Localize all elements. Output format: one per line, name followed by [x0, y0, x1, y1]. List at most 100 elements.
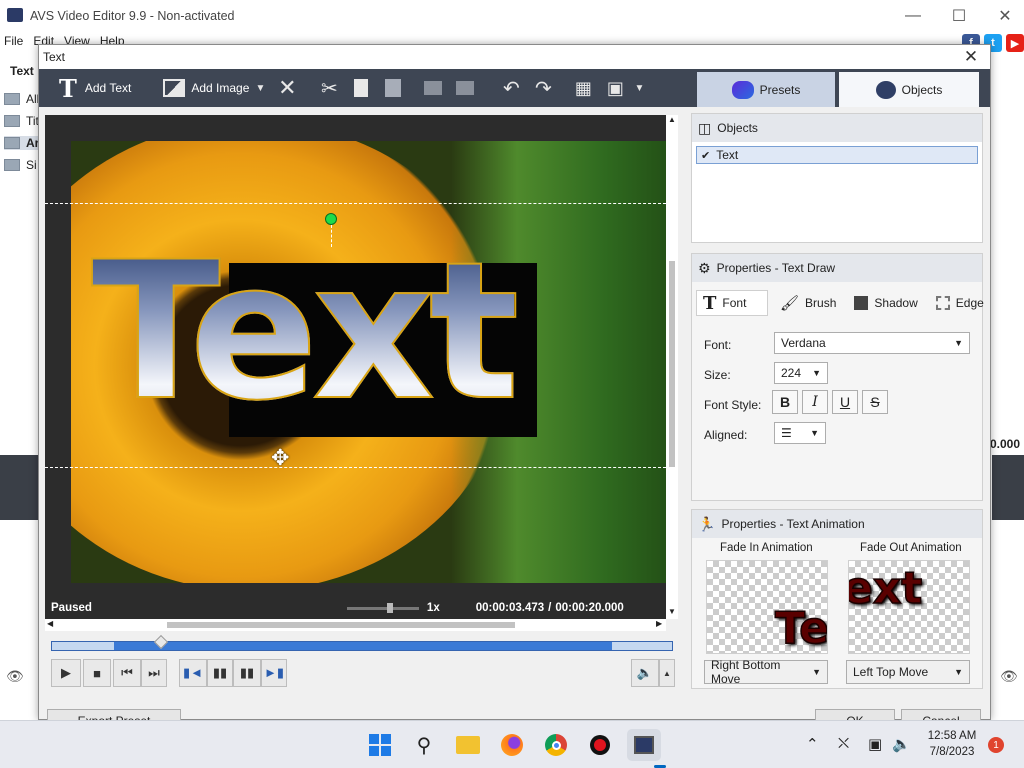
move-cursor-icon: ✥: [271, 445, 290, 470]
chevron-up-icon[interactable]: ⌃: [806, 735, 819, 753]
add-image-dropdown-icon[interactable]: ▼: [249, 69, 271, 107]
delete-icon[interactable]: ✕: [271, 69, 303, 107]
strikethrough-button[interactable]: S: [862, 390, 888, 414]
avs-video-editor-taskbar-icon[interactable]: [627, 729, 661, 761]
fade-out-preview: ext: [848, 560, 970, 654]
fade-in-select[interactable]: Right Bottom Move ▼: [704, 658, 828, 686]
rotation-handle-line: [331, 225, 332, 247]
fade-out-select[interactable]: Left Top Move ▼: [846, 660, 970, 684]
windows-taskbar: ⚲ ⌃ ⛌ ▣ 🔈 12:58 AM 7/8/2023 1: [0, 720, 1024, 768]
speed-slider-thumb[interactable]: [386, 602, 393, 613]
left-item-simple[interactable]: Si: [4, 158, 37, 172]
tab-font[interactable]: T Font: [696, 290, 768, 316]
volume-button[interactable]: 🔈: [631, 659, 659, 687]
left-item-all[interactable]: All: [4, 92, 39, 106]
tab-objects[interactable]: Objects: [839, 72, 979, 107]
font-select[interactable]: Verdana ▼: [774, 332, 970, 354]
object-checkbox-icon[interactable]: ✔: [701, 149, 710, 162]
bold-button[interactable]: B: [772, 390, 798, 414]
bring-forward-icon[interactable]: [417, 69, 449, 107]
preview-vertical-scrollbar[interactable]: ▲ ▼: [666, 115, 678, 619]
volume-dropdown[interactable]: ▲: [659, 659, 675, 687]
firefox-icon[interactable]: [495, 729, 529, 761]
fade-out-preview-text: ext: [848, 562, 923, 615]
monitor-dropdown-icon[interactable]: ▼: [631, 69, 647, 107]
play-button[interactable]: ▶: [51, 659, 81, 687]
folder-icon: [4, 159, 20, 171]
network-off-icon[interactable]: ⛌: [838, 735, 849, 752]
menu-file[interactable]: File: [4, 34, 23, 52]
size-select[interactable]: 224 ▼: [774, 362, 828, 384]
left-item-animated[interactable]: Ar: [4, 136, 40, 150]
brush-icon: 🖌: [780, 295, 800, 312]
preview-canvas[interactable]: Text: [71, 141, 666, 583]
stop-button[interactable]: ■: [83, 659, 111, 687]
scroll-left-icon[interactable]: ◀: [47, 619, 53, 628]
fade-in-preview: Te: [706, 560, 828, 654]
chrome-icon[interactable]: [539, 729, 573, 761]
clock-time[interactable]: 12:58 AM: [924, 730, 980, 742]
horizontal-scroll-thumb[interactable]: [167, 622, 515, 628]
send-backward-icon[interactable]: [449, 69, 481, 107]
scroll-down-icon[interactable]: ▼: [668, 607, 676, 616]
mark-segment-2-button[interactable]: ▮▮: [233, 659, 261, 687]
redo-icon[interactable]: ↷: [527, 69, 559, 107]
add-image-button[interactable]: Add Image: [163, 69, 249, 107]
timeline-playhead[interactable]: [153, 634, 169, 650]
main-title-bar: AVS Video Editor 9.9 - Non-activated — ☐…: [0, 0, 1024, 32]
timeline-bar[interactable]: [51, 634, 673, 651]
start-button[interactable]: [363, 729, 397, 761]
scroll-up-icon[interactable]: ▲: [668, 115, 676, 124]
cut-icon[interactable]: ✂: [313, 69, 345, 107]
youtube-icon[interactable]: ▶: [1006, 34, 1024, 52]
dialog-toolbar: T Add Text Add Image ▼ ✕ ✂ ↶ ↷ ▦ ▣ ▼: [39, 69, 695, 107]
paste-icon[interactable]: [377, 69, 409, 107]
italic-button[interactable]: I: [802, 390, 828, 414]
mark-out-button[interactable]: ►▮: [261, 659, 287, 687]
dialog-close-button[interactable]: ✕: [956, 45, 986, 69]
tab-brush[interactable]: 🖌 Brush: [774, 290, 842, 316]
tab-shadow[interactable]: Shadow: [848, 290, 923, 316]
speed-value: 1x: [426, 602, 440, 614]
left-item-titles[interactable]: Tit: [4, 114, 39, 128]
preview-horizontal-scrollbar[interactable]: ◀ ▶: [45, 619, 666, 631]
vertical-scroll-thumb[interactable]: [669, 261, 675, 467]
mark-in-button[interactable]: ▮◄: [179, 659, 207, 687]
grid-icon[interactable]: ▦: [567, 69, 599, 107]
eye-icon[interactable]: 👁: [6, 668, 24, 685]
file-explorer-icon[interactable]: [451, 729, 485, 761]
volume-icon[interactable]: 🔈: [892, 735, 911, 753]
underline-button[interactable]: U: [832, 390, 858, 414]
tab-presets[interactable]: Presets: [697, 72, 835, 107]
undo-icon[interactable]: ↶: [495, 69, 527, 107]
notification-badge[interactable]: 1: [988, 737, 1004, 753]
next-frame-button[interactable]: ⏭: [141, 659, 167, 687]
mark-segment-button[interactable]: ▮▮: [207, 659, 233, 687]
monitor-icon[interactable]: ▣: [599, 69, 631, 107]
align-select[interactable]: ☰ ▼: [774, 422, 826, 444]
clock-date[interactable]: 7/8/2023: [924, 746, 980, 758]
display-icon[interactable]: ▣: [868, 735, 882, 753]
rotation-handle[interactable]: [325, 213, 337, 225]
eye-icon-right[interactable]: 👁: [1000, 668, 1018, 685]
speed-slider[interactable]: [346, 602, 419, 613]
prev-frame-button[interactable]: ⏮: [113, 659, 141, 687]
copy-icon[interactable]: [345, 69, 377, 107]
play-icon: ▶: [61, 665, 71, 680]
maximize-button[interactable]: ☐: [936, 0, 982, 32]
close-app-button[interactable]: ✕: [982, 0, 1024, 32]
record-icon[interactable]: [583, 729, 617, 761]
left-dark-strip: [0, 455, 40, 520]
scroll-right-icon[interactable]: ▶: [656, 619, 662, 628]
objects-list-item[interactable]: ✔ Text: [696, 146, 978, 164]
fade-in-label: Fade In Animation: [720, 542, 813, 554]
fade-out-region: [612, 642, 672, 650]
search-icon[interactable]: ⚲: [407, 729, 441, 761]
font-style-buttons: B I U S: [772, 390, 888, 414]
preview-text-object[interactable]: Text: [90, 226, 521, 438]
add-text-button[interactable]: T Add Text: [59, 69, 131, 107]
image-icon: [163, 79, 186, 97]
size-label: Size:: [704, 368, 731, 382]
tab-edge[interactable]: Edge: [930, 290, 990, 316]
minimize-button[interactable]: —: [890, 0, 936, 32]
